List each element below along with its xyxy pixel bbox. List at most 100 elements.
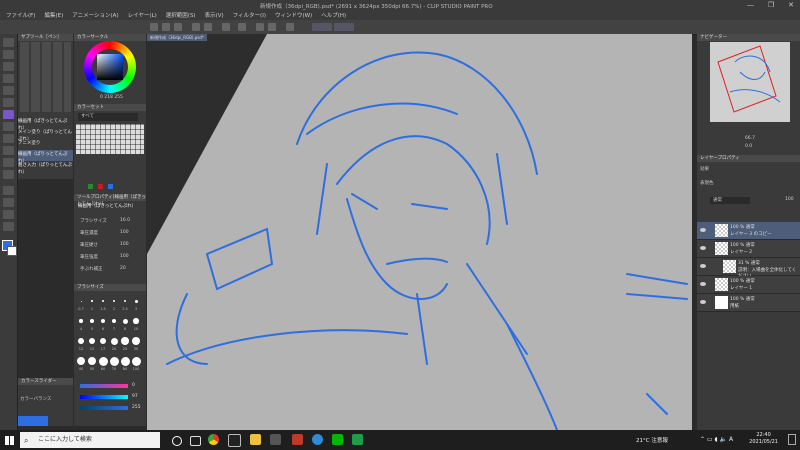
app-icon-3[interactable]	[352, 434, 363, 445]
color-swatch-grid[interactable]	[76, 124, 144, 154]
menu-layer[interactable]: レイヤー(L)	[128, 11, 157, 19]
brush-item-2[interactable]: メイン塗り（ぱりっとてんぷれ）	[18, 128, 73, 142]
layer-row-1[interactable]: 100 % 通常 レイヤー 3 のコピー	[697, 222, 800, 240]
eye-icon[interactable]	[700, 228, 706, 232]
brush-size-option[interactable]: 15	[87, 336, 97, 354]
brush-size-option[interactable]: 8	[120, 316, 130, 334]
sub-color-swatch[interactable]	[7, 246, 17, 256]
color-balance-item[interactable]: カラーバランス	[20, 396, 51, 402]
layer-row-4[interactable]: 100 % 通常 レイヤー 1	[697, 276, 800, 294]
eye-icon[interactable]	[700, 264, 706, 268]
select-all-icon[interactable]	[256, 23, 264, 31]
layer-row-5[interactable]: 100 % 通常 用紙	[697, 294, 800, 312]
menu-selection[interactable]: 選択範囲(S)	[166, 11, 196, 19]
open-file-icon[interactable]	[162, 23, 170, 31]
eye-icon[interactable]	[700, 300, 706, 304]
brush-size-option[interactable]: 1	[87, 296, 97, 314]
layer-row-2[interactable]: 100 % 通常 レイヤー 2	[697, 240, 800, 258]
menu-edit[interactable]: 編集(E)	[44, 11, 63, 19]
move-tool-icon[interactable]	[3, 50, 14, 59]
brush-size-option[interactable]: 25	[120, 336, 130, 354]
new-file-icon[interactable]	[150, 23, 158, 31]
brush-size-option[interactable]: 2.5	[120, 296, 130, 314]
menu-view[interactable]: 表示(V)	[205, 11, 224, 19]
brush-size-option[interactable]: 0.7	[76, 296, 86, 314]
snap-ruler-icon[interactable]	[334, 23, 354, 31]
swatch-blue[interactable]	[108, 184, 113, 189]
saturation-square[interactable]	[97, 54, 123, 80]
prop-pressure-hardness-value[interactable]: 100	[120, 242, 129, 247]
prop-pressure-density-value[interactable]: 100	[120, 230, 129, 235]
ruler-icon[interactable]	[286, 23, 294, 31]
taskbar-search-input[interactable]: ここに入力して検索	[20, 432, 160, 448]
brush-size-option[interactable]: 50	[87, 356, 97, 374]
brush-size-option[interactable]: 40	[76, 356, 86, 374]
sub-tool-icon-grid[interactable]	[20, 42, 71, 112]
brush-size-option[interactable]: 20	[109, 336, 119, 354]
task-view-icon[interactable]	[190, 436, 201, 446]
blend-icon[interactable]	[3, 170, 14, 179]
chrome-icon[interactable]	[208, 434, 219, 445]
fill-icon[interactable]	[3, 186, 14, 195]
brush-size-option[interactable]: 70	[109, 356, 119, 374]
swatch-green[interactable]	[88, 184, 93, 189]
airbrush-icon[interactable]	[3, 146, 14, 155]
opacity-value[interactable]: 100	[785, 197, 794, 202]
cortana-icon[interactable]	[172, 436, 182, 446]
zoom-tool-icon[interactable]	[3, 38, 14, 47]
brush-item-5[interactable]: 粗さ入力（ぱりっとてんぷれ）	[18, 161, 73, 175]
brush-size-option[interactable]: 10	[131, 316, 141, 334]
line-icon[interactable]	[332, 434, 343, 445]
brush-size-option[interactable]: 80	[120, 356, 130, 374]
clear-icon[interactable]	[222, 23, 230, 31]
app-icon-1[interactable]	[270, 434, 281, 445]
text-icon[interactable]	[3, 210, 14, 219]
save-icon[interactable]	[174, 23, 182, 31]
prop-brush-size-value[interactable]: 16.0	[120, 218, 130, 223]
maximize-button[interactable]: ❐	[768, 1, 774, 9]
menu-file[interactable]: ファイル(F)	[6, 11, 35, 19]
move-layer-icon[interactable]	[3, 74, 14, 83]
prop-pressure-strength-value[interactable]: 100	[120, 254, 129, 259]
prop-stabilization-value[interactable]: 20	[120, 266, 126, 271]
app-icon-2[interactable]	[292, 434, 303, 445]
brush-size-option[interactable]: 1.5	[98, 296, 108, 314]
brush-size-option[interactable]: 60	[98, 356, 108, 374]
brush-size-option[interactable]: 7	[109, 316, 119, 334]
red-slider[interactable]	[80, 384, 128, 388]
eye-icon[interactable]	[700, 282, 706, 286]
brush-item-1[interactable]: 線画用（ぱきっとてんぷれ）	[18, 117, 73, 131]
weather-widget[interactable]: 21°C 注意報	[636, 436, 668, 444]
menu-help[interactable]: ヘルプ(H)	[321, 11, 346, 19]
transform-icon[interactable]	[238, 23, 246, 31]
system-tray-icons[interactable]: ⌃ ▭ ◖ 🔈 A	[700, 436, 733, 443]
canvas-area[interactable]	[147, 34, 692, 430]
brush-tool-icon[interactable]	[3, 134, 14, 143]
blend-mode-select[interactable]: 通常	[710, 197, 750, 204]
menu-window[interactable]: ウィンドウ(W)	[275, 11, 312, 19]
swatch-red[interactable]	[98, 184, 103, 189]
brush-size-option[interactable]: 5	[87, 316, 97, 334]
lasso-icon[interactable]	[3, 86, 14, 95]
rotate-value[interactable]: 0.0	[745, 144, 752, 149]
document-tab[interactable]: 新規作成（36dpi_RGB).psd*	[147, 34, 207, 41]
windows-start-icon[interactable]	[5, 436, 14, 445]
taskbar-clock[interactable]: 22:40 2021/05/21	[749, 432, 778, 446]
edge-icon[interactable]	[312, 434, 323, 445]
redo-icon[interactable]	[204, 23, 212, 31]
pen-tool-icon[interactable]	[3, 110, 14, 119]
explorer-icon[interactable]	[250, 434, 261, 445]
notification-icon[interactable]	[788, 434, 796, 445]
deselect-icon[interactable]	[268, 23, 276, 31]
brush-item-3[interactable]: アニメ塗り	[18, 139, 73, 150]
brush-item-4-selected[interactable]: 線画用（ぱりっとてんぷれ）	[18, 150, 73, 164]
clip-studio-icon[interactable]	[228, 434, 241, 447]
minimize-button[interactable]: —	[747, 1, 754, 9]
brush-size-option[interactable]: 30	[131, 336, 141, 354]
menu-filter[interactable]: フィルター(I)	[233, 11, 266, 19]
brush-size-option[interactable]: 3	[131, 296, 141, 314]
menu-animation[interactable]: アニメーション(A)	[72, 11, 118, 19]
gradient-icon[interactable]	[3, 198, 14, 207]
layer-row-3[interactable]: 31 % 通常 説明：入場曲を全体化してください	[697, 258, 800, 279]
brush-size-option[interactable]: 12	[76, 336, 86, 354]
